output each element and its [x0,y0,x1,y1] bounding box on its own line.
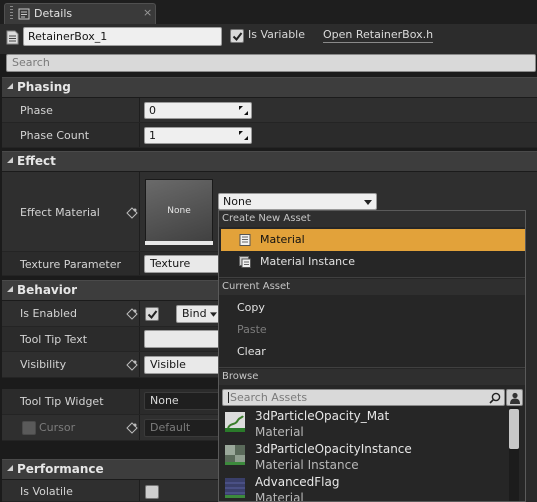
effect-material-label: Effect Material [20,206,100,219]
texture-parameter-label: Texture Parameter [20,258,121,271]
details-icon [18,8,30,20]
browse-header: Browse [219,369,525,385]
menu-item-copy[interactable]: Copy [219,297,525,319]
visibility-label: Visibility [20,358,67,371]
bind-button[interactable]: Bind [176,305,220,323]
bind-diamond-icon[interactable] [126,422,138,434]
close-icon[interactable]: × [143,6,152,19]
panel-edge [526,210,537,502]
cursor-label: Cursor [39,421,76,434]
details-search-input[interactable]: Search [6,54,536,72]
material-instance-icon [239,256,251,268]
asset-type: Material Instance [255,458,359,472]
file-icon [6,30,19,45]
separator [219,367,525,368]
cursor-override-checkbox[interactable] [22,421,36,435]
menu-item-label: Paste [237,323,267,336]
tooltip-text-field[interactable] [144,330,220,348]
menu-item-label: Copy [237,301,265,314]
collapse-arrow-icon [7,286,13,292]
is-volatile-checkbox[interactable] [145,485,159,499]
filter-user-button[interactable] [506,389,523,406]
details-header: RetainerBox_1 Is Variable Open RetainerB… [0,24,537,54]
texture-parameter-field[interactable]: Texture [144,255,220,273]
cursor-combo[interactable]: Default [144,419,220,437]
checkmark-icon [147,310,158,320]
collapse-arrow-icon [7,157,13,163]
spin-arrows-icon[interactable] [239,106,248,115]
menu-item-clear[interactable]: Clear [219,341,525,363]
dropdown-arrow-icon [210,312,217,317]
phase-count-label: Phase Count [20,129,90,142]
person-icon [510,392,520,404]
asset-picker-popup: Create New Asset Material Material Insta… [218,210,526,502]
category-label: Performance [17,462,104,476]
property-row-phase: Phase 0 [2,98,537,123]
asset-name: AdvancedFlag [255,475,340,489]
category-effect[interactable]: Effect [2,151,537,171]
collapse-arrow-icon [7,465,13,471]
dropdown-arrow-icon [364,200,372,205]
asset-item[interactable]: 3dParticleOpacity_Mat Material [223,409,503,442]
collapse-arrow-icon [7,83,13,89]
bind-diamond-icon[interactable] [126,359,138,371]
is-enabled-label: Is Enabled [20,307,77,320]
search-icon [489,392,501,404]
menu-item-label: Clear [237,345,266,358]
menu-item-create-material-instance[interactable]: Material Instance [219,251,525,273]
asset-item[interactable]: 3dParticleOpacityInstance Material Insta… [223,442,503,475]
property-row-phase-count: Phase Count 1 [2,123,537,148]
widget-name-input[interactable]: RetainerBox_1 [23,27,222,46]
asset-item[interactable]: AdvancedFlag Material [223,475,503,502]
phase-label: Phase [20,104,53,117]
asset-list-scroll-thumb[interactable] [509,409,519,449]
open-header-link[interactable]: Open RetainerBox.h [323,28,434,43]
phase-count-field[interactable]: 1 [144,127,252,144]
bind-diamond-icon[interactable] [126,207,138,219]
asset-type: Material [255,425,304,439]
menu-item-paste[interactable]: Paste [219,319,525,341]
is-variable-checkbox[interactable] [230,29,244,43]
tab-strip: Details × [0,0,537,24]
asset-search-input[interactable]: Search Assets [222,389,505,406]
visibility-combo[interactable]: Visible [144,356,220,374]
tooltip-widget-combo[interactable]: None [144,392,220,410]
tab-details[interactable]: Details × [4,3,156,24]
category-label: Behavior [17,283,78,297]
menu-item-label: Material Instance [260,255,355,268]
bind-diamond-icon[interactable] [126,308,138,320]
category-phasing[interactable]: Phasing [2,77,537,97]
tab-grip[interactable] [10,6,13,21]
menu-item-label: Material [260,233,305,246]
material-icon [239,234,251,246]
tooltip-text-label: Tool Tip Text [20,333,88,346]
material-thumbnail-icon [225,412,245,432]
tooltip-widget-label: Tool Tip Widget [20,395,104,408]
checkmark-icon [232,32,243,42]
asset-name: 3dParticleOpacityInstance [255,442,412,456]
is-variable-label: Is Variable [248,28,306,41]
thumbnail-bar [145,241,213,245]
menu-item-create-material[interactable]: Material [221,229,525,251]
material-instance-thumbnail-icon [225,445,245,465]
effect-material-combo[interactable]: None [218,193,377,210]
separator [219,277,525,278]
tab-label: Details [34,7,73,20]
material-thumbnail-icon [225,478,245,498]
phase-field[interactable]: 0 [144,102,252,119]
is-volatile-label: Is Volatile [20,485,73,498]
create-new-asset-header: Create New Asset [219,211,525,227]
is-enabled-checkbox[interactable] [145,307,159,321]
category-label: Effect [17,154,56,168]
thumbnail-label: None [167,206,191,216]
current-asset-header: Current Asset [219,279,525,295]
category-label: Phasing [17,80,71,94]
asset-type: Material [255,491,304,502]
spin-arrows-icon[interactable] [239,131,248,140]
asset-name: 3dParticleOpacity_Mat [255,409,390,423]
